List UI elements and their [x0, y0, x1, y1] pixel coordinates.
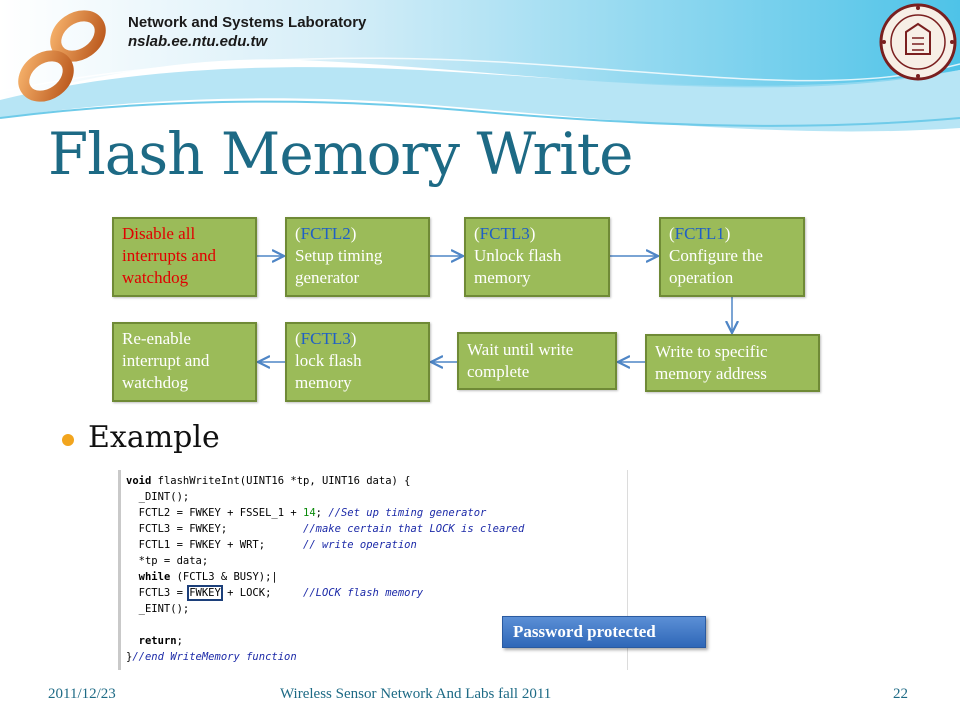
footer-date: 2011/12/23 [48, 686, 116, 702]
footer-page-number: 22 [893, 686, 908, 702]
code-line: while (FCTL3 & BUSY);| [126, 569, 524, 585]
lab-name: Network and Systems Laboratory [128, 14, 367, 31]
bullet-example: Example [88, 420, 220, 455]
code-line: FCTL1 = FWKEY + WRT; // write operation [126, 537, 524, 553]
register-name: FCTL1 [674, 224, 725, 243]
register-name: FCTL3 [479, 224, 530, 243]
fwkey-highlight: FWKEY [187, 585, 223, 601]
register-name: FCTL3 [300, 329, 351, 348]
code-line: }//end WriteMemory function [126, 649, 524, 665]
code-line: *tp = data; [126, 553, 524, 569]
box-line: operation [669, 268, 734, 287]
code-line: return; [126, 633, 524, 649]
flow-box-disable-interrupts: Disable all interrupts and watchdog [112, 217, 257, 297]
code-token: ; [176, 635, 183, 647]
register-name: FCTL2 [300, 224, 351, 243]
code-line: _DINT(); [126, 489, 524, 505]
slide-title: Flash Memory Write [48, 120, 633, 188]
code-line: FCTL3 = FWKEY; //make certain that LOCK … [126, 521, 525, 537]
code-token: // write operation [303, 539, 417, 551]
box-line: memory [295, 373, 352, 392]
code-token: _DINT(); [126, 491, 190, 503]
code-token: //make certain that LOCK is cleared [303, 523, 525, 535]
code-token: 14 [303, 507, 316, 519]
flow-box-fctl2-setup-timing: (FCTL2) Setup timing generator [285, 217, 430, 297]
code-token: *tp = data; [126, 555, 209, 567]
code-token: FCTL3 = [126, 587, 190, 599]
code-line: _EINT(); [126, 601, 524, 617]
box-line: Setup timing [295, 246, 383, 265]
box-line: watchdog [122, 373, 189, 392]
code-text: void flashWriteInt(UINT16 *tp, UINT16 da… [126, 473, 524, 665]
box-line: interrupts and [122, 246, 216, 265]
code-token: flashWriteInt(UINT16 *tp, UINT16 data) { [151, 475, 411, 487]
box-line: Disable all [122, 224, 196, 243]
code-token: (FCTL3 & BUSY);| [170, 571, 278, 583]
flow-box-wait-complete: Wait until write complete [457, 332, 617, 390]
code-line: FCTL2 = FWKEY + FSSEL_1 + 14; //Set up t… [126, 505, 524, 521]
box-line: watchdog [122, 268, 189, 287]
code-token: //end WriteMemory function [132, 651, 297, 663]
flow-box-fctl3-unlock: (FCTL3) Unlock flash memory [464, 217, 610, 297]
box-line: lock flash [295, 351, 362, 370]
lab-url: nslab.ee.ntu.edu.tw [128, 33, 268, 50]
box-line: Write to specific [655, 342, 768, 361]
footer-course: Wireless Sensor Network And Labs fall 20… [280, 686, 552, 702]
box-line: Wait until write [467, 340, 574, 359]
box-line: memory address [655, 364, 767, 383]
box-register-line: (FCTL2) [295, 224, 357, 243]
box-line: Re-enable [122, 329, 191, 348]
code-token: ; [315, 507, 329, 519]
flow-box-write-memory: Write to specific memory address [645, 334, 820, 392]
box-line: memory [474, 268, 531, 287]
box-register-line: (FCTL3) [474, 224, 536, 243]
code-token: return [138, 635, 177, 647]
code-line: FCTL3 = FWKEY + LOCK; //LOCK flash memor… [126, 585, 524, 601]
code-token: //LOCK flash memory [303, 587, 424, 599]
code-token: + LOCK; [220, 587, 304, 599]
password-protected-callout: Password protected [502, 616, 706, 648]
code-token: void [126, 475, 152, 487]
code-token: FCTL1 = FWKEY + WRT; [126, 539, 304, 551]
flow-box-reenable-interrupts: Re-enable interrupt and watchdog [112, 322, 257, 402]
code-line: void flashWriteInt(UINT16 *tp, UINT16 da… [126, 473, 524, 489]
university-seal-icon [879, 3, 957, 81]
box-line: interrupt and [122, 351, 210, 370]
lab-logo-icon [18, 10, 106, 102]
box-register-line: (FCTL3) [295, 329, 357, 348]
bullet-dot-icon [62, 434, 74, 446]
code-token: FCTL2 = FWKEY + FSSEL_1 + [126, 507, 304, 519]
flow-box-fctl1-configure: (FCTL1) Configure the operation [659, 217, 805, 297]
box-line: Configure the [669, 246, 763, 265]
code-token: _EINT(); [126, 603, 190, 615]
code-token: while [138, 571, 171, 583]
code-token: //Set up timing generator [328, 507, 487, 519]
code-token: FCTL3 = FWKEY; [126, 523, 304, 535]
flow-box-fctl3-lock: (FCTL3) lock flash memory [285, 322, 430, 402]
box-register-line: (FCTL1) [669, 224, 731, 243]
box-line: Unlock flash [474, 246, 562, 265]
box-line: generator [295, 268, 360, 287]
slide: Network and Systems Laboratory nslab.ee.… [0, 0, 960, 720]
box-line: complete [467, 362, 530, 381]
